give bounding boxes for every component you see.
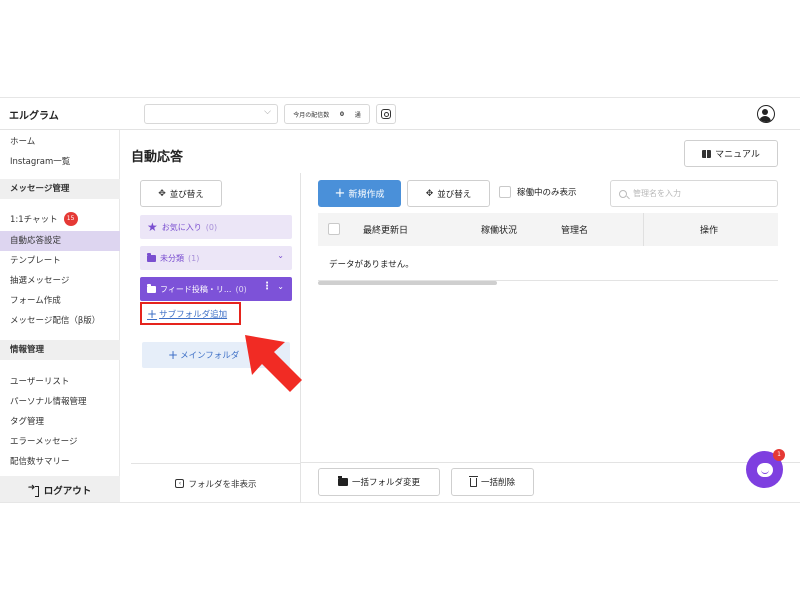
logout-label: ログアウト (43, 486, 92, 497)
select-all-checkbox[interactable] (328, 223, 340, 235)
empty-message: データがありません。 (329, 260, 414, 270)
sidebar-item-form[interactable]: フォーム作成 (0, 291, 120, 311)
plus-icon: + (334, 186, 346, 201)
app-logo[interactable]: エルグラム (9, 107, 59, 122)
star-icon: ★ (147, 220, 158, 234)
column-divider (643, 213, 644, 246)
top-header: エルグラム ⌵ 今月の配信数 0 通 (0, 98, 800, 130)
manual-label: マニュアル (715, 150, 760, 160)
column-actions: 操作 (700, 226, 719, 236)
sidebar-section-message: メッセージ管理 (0, 179, 120, 199)
active-only-label: 稼働中のみ表示 (517, 188, 577, 198)
folder-sort-button[interactable]: ✥ 並び替え (140, 180, 222, 207)
kebab-menu-icon[interactable]: ⋮ (262, 281, 272, 292)
sidebar-item-personal-info[interactable]: パーソナル情報管理 (0, 392, 120, 412)
folder-open-icon (147, 283, 156, 293)
sidebar-item-user-list[interactable]: ユーザーリスト (0, 372, 120, 392)
move-icon: ✥ (158, 188, 166, 199)
folder-icon (147, 252, 156, 262)
add-subfolder-label: サブフォルダ追加 (159, 309, 228, 320)
sidebar-item-chat[interactable]: 1:1チャット 15 (0, 210, 120, 230)
bulk-folder-change-button[interactable]: 一括フォルダ変更 (318, 468, 440, 496)
collapse-left-icon: ‹ (175, 479, 185, 488)
sort-label: 並び替え (437, 189, 472, 200)
move-icon: ✥ (425, 188, 434, 199)
active-only-checkbox[interactable] (499, 186, 511, 198)
search-icon (619, 189, 627, 198)
trash-icon (468, 475, 478, 487)
hide-folder-label: フォルダを非表示 (188, 479, 257, 490)
red-arrow-annotation (245, 335, 302, 392)
delivery-count: 0 (339, 110, 345, 118)
manual-button[interactable]: マニュアル (684, 140, 778, 167)
footer-divider (301, 462, 800, 463)
add-main-folder-label: メインフォルダ (180, 351, 240, 361)
book-icon (702, 149, 712, 158)
bulk-folder-label: 一括フォルダ変更 (351, 478, 420, 488)
plus-icon: + (168, 348, 179, 362)
plus-icon: + (147, 306, 158, 321)
delivery-counter: 今月の配信数 0 通 (284, 104, 370, 124)
new-create-label: 新規作成 (348, 190, 385, 200)
search-input[interactable]: 管理名を入力 (633, 188, 681, 199)
column-status[interactable]: 稼働状況 (481, 223, 517, 236)
hide-folder-button[interactable]: ‹ フォルダを非表示 (131, 463, 301, 503)
folder-label: フィード投稿・リ... (160, 284, 232, 294)
page-title: 自動応答 (131, 150, 184, 165)
bulk-delete-label: 一括削除 (480, 478, 515, 488)
folder-feed-posts[interactable]: フィード投稿・リ... (0) ⋮ ⌄ (140, 277, 292, 301)
sort-button[interactable]: ✥ 並び替え (407, 180, 490, 207)
column-updated[interactable]: 最終更新日 (363, 223, 408, 236)
sidebar-item-label: 1:1チャット (10, 215, 58, 225)
chevron-down-icon[interactable]: ⌄ (277, 282, 284, 291)
horizontal-scrollbar[interactable] (318, 281, 497, 285)
user-avatar-icon[interactable] (757, 105, 775, 123)
chat-count-badge: 15 (63, 211, 78, 226)
sidebar-section-info: 情報管理 (0, 340, 120, 360)
chat-smile-icon (756, 462, 773, 477)
folder-icon (337, 476, 348, 486)
account-select[interactable]: ⌵ (144, 104, 278, 124)
active-only-filter[interactable]: 稼働中のみ表示 (499, 186, 577, 198)
sidebar: ホーム Instagram一覧 メッセージ管理 1:1チャット 15 自動応答設定… (0, 130, 120, 502)
folder-count: (1) (188, 253, 200, 263)
add-subfolder-link[interactable]: + サブフォルダ追加 (140, 302, 241, 325)
chat-notification-badge: 1 (773, 449, 785, 461)
sidebar-item-home[interactable]: ホーム (0, 132, 120, 152)
sidebar-item-lottery[interactable]: 抽選メッセージ (0, 271, 120, 291)
table-header: 最終更新日 稼働状況 管理名 操作 (318, 213, 778, 246)
chevron-down-icon: ⌵ (264, 107, 271, 117)
folder-uncategorized[interactable]: 未分類 (1) ⌄ (140, 246, 292, 270)
column-name[interactable]: 管理名 (561, 223, 588, 236)
logout-button[interactable]: ログアウト (0, 476, 120, 502)
chevron-down-icon[interactable]: ⌄ (277, 251, 284, 260)
sidebar-item-tags[interactable]: タグ管理 (0, 412, 120, 432)
delivery-label: 今月の配信数 (293, 111, 330, 119)
instagram-button[interactable] (376, 104, 396, 124)
instagram-icon (381, 109, 391, 119)
folder-favorites[interactable]: ★ お気に入り (0) (140, 215, 292, 239)
folder-count: (0) (235, 284, 247, 294)
folder-label: お気に入り (161, 222, 202, 232)
delivery-unit: 通 (354, 111, 361, 119)
folder-sort-label: 並び替え (169, 189, 204, 200)
app-window: エルグラム ⌵ 今月の配信数 0 通 ホーム Instagram一覧 メッセージ… (0, 97, 800, 503)
bulk-delete-button[interactable]: 一括削除 (451, 468, 534, 496)
sidebar-item-template[interactable]: テンプレート (0, 251, 120, 271)
folder-label: 未分類 (160, 253, 184, 263)
logout-icon (28, 483, 39, 497)
new-create-button[interactable]: + 新規作成 (318, 180, 401, 207)
search-box[interactable]: 管理名を入力 (610, 180, 778, 207)
sidebar-item-broadcast[interactable]: メッセージ配信（β版） (0, 311, 120, 331)
sidebar-item-errors[interactable]: エラーメッセージ (0, 432, 120, 452)
sidebar-item-auto-reply[interactable]: 自動応答設定 (0, 231, 120, 251)
folder-count: (0) (205, 222, 218, 232)
sidebar-item-instagram-list[interactable]: Instagram一覧 (0, 152, 120, 172)
sidebar-item-delivery-summary[interactable]: 配信数サマリー (0, 452, 120, 472)
